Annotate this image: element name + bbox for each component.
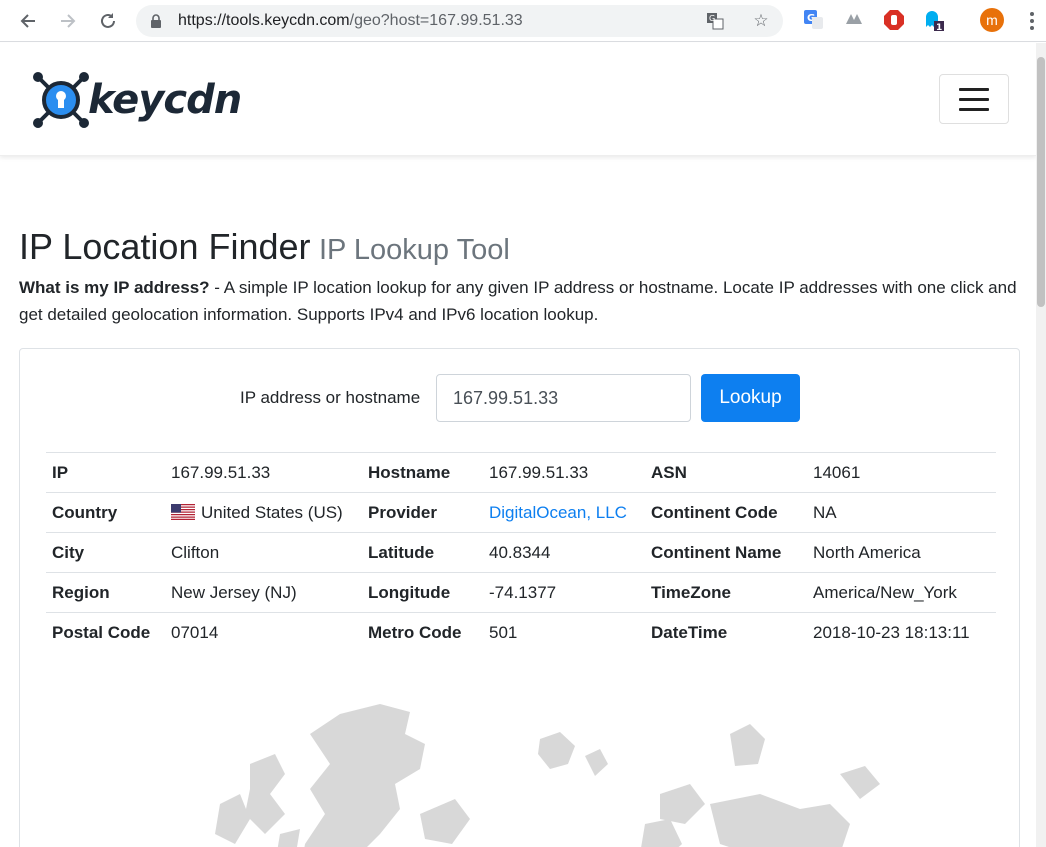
hostname-value: 167.99.51.33	[483, 452, 645, 493]
page-scrollbar[interactable]	[1036, 43, 1046, 847]
page-title-sub: IP Lookup Tool	[318, 234, 510, 266]
city-value: Clifton	[165, 532, 362, 573]
latitude-label: Latitude	[362, 532, 483, 573]
asn-value: 14061	[807, 452, 996, 493]
continent-code-value: NA	[807, 492, 996, 533]
back-arrow-icon[interactable]	[15, 8, 41, 34]
adblock-extension-icon[interactable]	[883, 9, 905, 31]
longitude-label: Longitude	[362, 572, 483, 613]
menu-kebab-icon[interactable]	[1024, 10, 1040, 32]
keycdn-logo-icon	[33, 72, 89, 128]
region-value: New Jersey (NJ)	[165, 572, 362, 613]
continent-name-label: Continent Name	[645, 532, 807, 573]
ip-input-label: IP address or hostname	[240, 388, 421, 407]
page-title: IP Location Finder IP Lookup Tool	[19, 226, 510, 268]
ip-input[interactable]	[436, 374, 691, 422]
ghostery-extension-icon[interactable]: 1	[922, 9, 944, 31]
table-row: Region New Jersey (NJ) Longitude -74.137…	[46, 572, 996, 613]
puzzle-extension-icon[interactable]	[843, 9, 865, 31]
provider-link[interactable]: DigitalOcean, LLC	[489, 503, 627, 522]
country-label: Country	[46, 492, 165, 533]
address-bar[interactable]: https://tools.keycdn.com/geo?host=167.99…	[136, 5, 783, 37]
lookup-button[interactable]: Lookup	[701, 374, 800, 422]
hostname-label: Hostname	[362, 452, 483, 493]
region-label: Region	[46, 572, 165, 613]
continent-code-label: Continent Code	[645, 492, 807, 533]
intro-bold: What is my IP address?	[19, 278, 210, 297]
us-flag-icon	[171, 503, 195, 520]
timezone-value: America/New_York	[807, 572, 996, 613]
results-table: IP 167.99.51.33 Hostname 167.99.51.33 AS…	[46, 452, 996, 653]
keycdn-logo[interactable]: keycdn	[30, 69, 242, 131]
page-title-main: IP Location Finder	[19, 226, 311, 267]
intro-paragraph: What is my IP address? - A simple IP loc…	[19, 274, 1019, 328]
datetime-label: DateTime	[645, 612, 807, 653]
metro-code-label: Metro Code	[362, 612, 483, 653]
asn-label: ASN	[645, 452, 807, 493]
ip-value: 167.99.51.33	[165, 452, 362, 493]
browser-toolbar: https://tools.keycdn.com/geo?host=167.99…	[0, 0, 1046, 42]
table-row: City Clifton Latitude 40.8344 Continent …	[46, 532, 996, 573]
table-row: Postal Code 07014 Metro Code 501 DateTim…	[46, 612, 996, 653]
provider-cell: DigitalOcean, LLC	[483, 492, 645, 533]
site-header: keycdn	[0, 43, 1036, 156]
lock-icon	[151, 14, 161, 28]
metro-code-value: 501	[483, 612, 645, 653]
postal-code-label: Postal Code	[46, 612, 165, 653]
lookup-card: IP address or hostname Lookup IP 167.99.…	[19, 348, 1020, 847]
country-cell: United States (US)	[165, 492, 362, 533]
scrollbar-thumb[interactable]	[1037, 57, 1045, 307]
postal-code-value: 07014	[165, 612, 362, 653]
table-row: IP 167.99.51.33 Hostname 167.99.51.33 AS…	[46, 452, 996, 493]
world-map	[215, 704, 880, 847]
translate-icon[interactable]: G	[705, 11, 725, 31]
longitude-value: -74.1377	[483, 572, 645, 613]
svg-text:G: G	[709, 14, 715, 23]
datetime-value: 2018-10-23 18:13:11	[807, 612, 996, 653]
ip-label: IP	[46, 452, 165, 493]
continent-name-value: North America	[807, 532, 996, 573]
timezone-label: TimeZone	[645, 572, 807, 613]
hamburger-menu-button[interactable]	[939, 74, 1009, 124]
google-translate-extension-icon[interactable]: G	[803, 9, 825, 31]
url-text[interactable]: https://tools.keycdn.com/geo?host=167.99…	[178, 12, 523, 30]
logo-wordmark: keycdn	[88, 77, 242, 123]
provider-label: Provider	[362, 492, 483, 533]
svg-text:1: 1	[936, 23, 942, 31]
city-label: City	[46, 532, 165, 573]
forward-arrow-icon[interactable]	[55, 8, 81, 34]
profile-avatar[interactable]: m	[980, 8, 1004, 32]
star-bookmark-icon[interactable]: ☆	[751, 11, 771, 31]
latitude-value: 40.8344	[483, 532, 645, 573]
country-value: United States (US)	[201, 502, 343, 522]
reload-icon[interactable]	[95, 8, 121, 34]
table-row: Country United States (US) Provider Digi…	[46, 492, 996, 533]
